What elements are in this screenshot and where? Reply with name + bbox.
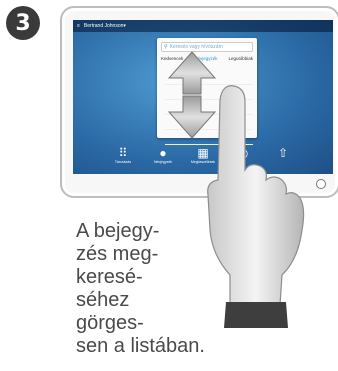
instruction-caption: A bejegy- zés meg- keresé- séhez görges-… — [76, 220, 205, 357]
tab-recents[interactable]: Legutóbbiak — [228, 56, 253, 61]
dock-item-dial[interactable]: ⠿ Tárcsázás — [110, 146, 136, 164]
dock-item-directory[interactable]: ● Névjegyzék — [150, 146, 176, 164]
step-number-badge: 3 — [6, 6, 40, 40]
dropdown-indicator[interactable]: ▾ — [123, 23, 126, 29]
user-name[interactable]: Bertrand Johnson — [84, 23, 123, 29]
status-bar: ≡ Bertrand Johnson ▾ — [73, 20, 333, 32]
grid-icon: ⠿ — [118, 146, 128, 160]
person-icon: ● — [159, 146, 167, 160]
menu-icon[interactable]: ≡ — [77, 23, 80, 29]
step-number: 3 — [15, 10, 31, 36]
sleeve-icon — [224, 302, 288, 328]
